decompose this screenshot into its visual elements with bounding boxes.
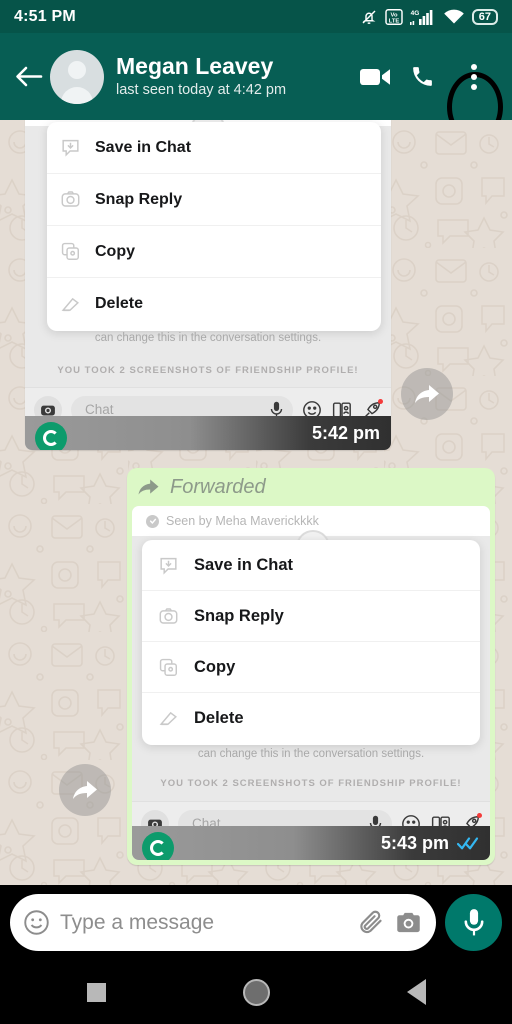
video-call-button[interactable] — [352, 66, 399, 88]
forward-button[interactable] — [59, 764, 111, 816]
status-bar-clock: 4:51 PM — [14, 7, 76, 25]
status-bar-icons: Vo LTE 4G 67 — [360, 8, 498, 26]
snap-bottom-bar: 5:43 pm — [132, 826, 490, 860]
message-input-placeholder: Type a message — [60, 910, 215, 934]
wifi-icon — [443, 9, 464, 24]
bell-muted-icon — [362, 9, 376, 24]
svg-text:LTE: LTE — [388, 18, 399, 24]
snap-input-placeholder: Chat — [85, 402, 114, 417]
voice-record-button[interactable] — [445, 894, 502, 951]
message-bubble-outgoing[interactable]: Forwarded Seen by Meha Maverickkkk Save … — [127, 468, 495, 865]
contact-name: Megan Leavey — [116, 54, 274, 80]
message-bubble-incoming[interactable]: Save in Chat Snap Reply Copy Delete can … — [25, 120, 391, 450]
paperclip-icon[interactable] — [358, 909, 385, 936]
snap-green-indicator — [35, 422, 67, 450]
forward-arrow-icon — [415, 385, 439, 403]
camera-icon — [158, 606, 179, 627]
rocket-badge — [477, 812, 482, 818]
conversation-settings-note: can change this in the conversation sett… — [197, 748, 425, 760]
back-arrow-icon — [16, 66, 43, 87]
screenshot-content: Save in Chat Snap Reply Copy Delete can … — [25, 120, 391, 450]
menu-item-label: Save in Chat — [95, 138, 192, 156]
home-button[interactable] — [228, 964, 284, 1020]
header-text[interactable]: Megan Leavey last seen today at 4:42 pm — [116, 54, 352, 99]
snapchat-screenshot: Save in Chat Snap Reply Copy Delete can … — [25, 120, 391, 450]
menu-item-delete[interactable]: Delete — [142, 693, 480, 744]
menu-item-label: Copy — [194, 657, 236, 676]
emoji-smiley-icon[interactable] — [23, 909, 50, 936]
chat-message-area: Save in Chat Snap Reply Copy Delete can … — [0, 120, 512, 885]
snap-context-menu[interactable]: Save in Chat Snap Reply Copy Delete — [142, 540, 480, 745]
message-timestamp: 5:43 pm — [380, 832, 449, 853]
menu-item-copy[interactable]: Copy — [142, 642, 480, 693]
back-button[interactable] — [8, 64, 50, 89]
svg-text:Vo: Vo — [390, 12, 397, 18]
menu-item-copy[interactable]: Copy — [47, 226, 381, 278]
forwarded-row: Forwarded — [127, 468, 495, 506]
menu-item-label: Save in Chat — [194, 555, 294, 574]
menu-item-snap-reply[interactable]: Snap Reply — [142, 591, 480, 642]
avatar[interactable] — [50, 49, 104, 104]
square-recents-icon — [86, 982, 106, 1002]
camera-icon — [60, 189, 81, 210]
overflow-menu-button[interactable] — [446, 63, 503, 142]
forward-button[interactable] — [401, 368, 453, 420]
camera-icon[interactable] — [395, 909, 422, 936]
rocket-badge — [378, 398, 383, 404]
menu-item-delete[interactable]: Delete — [47, 278, 381, 330]
snap-green-indicator — [142, 832, 174, 860]
voice-call-button[interactable] — [399, 64, 446, 89]
message-timestamp: 5:42 pm — [311, 422, 380, 443]
phone-call-icon — [413, 67, 432, 86]
menu-item-label: Copy — [95, 242, 135, 260]
message-input-field[interactable]: Type a message — [10, 894, 436, 951]
menu-item-label: Snap Reply — [194, 606, 284, 625]
snap-bottom-bar: 5:42 pm — [25, 416, 391, 450]
screenshot-content: Seen by Meha Maverickkkk Save in Chat Sn… — [132, 506, 490, 860]
battery-level: 67 — [478, 10, 491, 23]
screenshot-alert-note: YOU TOOK 2 SCREENSHOTS OF FRIENDSHIP PRO… — [57, 365, 359, 376]
screenshot-alert-note: YOU TOOK 2 SCREENSHOTS OF FRIENDSHIP PRO… — [160, 778, 462, 789]
volte-icon: Vo LTE — [385, 8, 403, 25]
seen-by-text: Seen by Meha Maverickkkk — [166, 514, 319, 528]
menu-item-snap-reply[interactable]: Snap Reply — [47, 174, 381, 226]
recents-button[interactable] — [68, 964, 124, 1020]
conversation-settings-note: can change this in the conversation sett… — [94, 332, 322, 344]
menu-item-label: Snap Reply — [95, 190, 183, 208]
chat-header: Megan Leavey last seen today at 4:42 pm — [0, 33, 512, 142]
seen-check-icon — [146, 514, 159, 528]
forwarded-label: Forwarded — [170, 475, 266, 498]
menu-item-save-in-chat[interactable]: Save in Chat — [47, 122, 381, 174]
three-dots-menu-icon — [471, 63, 477, 90]
back-button[interactable] — [388, 964, 444, 1020]
eraser-icon — [60, 294, 81, 315]
android-nav-bar — [0, 960, 512, 1024]
eraser-icon — [158, 708, 179, 729]
copy-icon — [60, 241, 81, 262]
double-blue-check-icon — [457, 836, 479, 849]
menu-item-label: Delete — [194, 709, 244, 727]
video-call-icon — [359, 68, 390, 85]
menu-item-label: Delete — [95, 295, 144, 312]
contact-status: last seen today at 4:42 pm — [116, 81, 287, 98]
menu-item-save-in-chat[interactable]: Save in Chat — [142, 540, 480, 591]
snap-context-menu[interactable]: Save in Chat Snap Reply Copy Delete — [47, 122, 381, 331]
svg-text:4G: 4G — [410, 10, 419, 17]
copy-icon — [158, 657, 179, 678]
signal-4g-icon: 4G — [409, 9, 433, 25]
save-in-chat-icon — [158, 555, 179, 576]
snapchat-screenshot: Seen by Meha Maverickkkk Save in Chat Sn… — [132, 506, 490, 860]
battery-icon: 67 — [471, 8, 498, 25]
phone-screen: 4:51 PM Vo LTE 4G 67 Megan Leavey last s… — [0, 0, 512, 1024]
forwarded-arrow-icon — [138, 479, 159, 495]
forward-arrow-icon — [73, 781, 97, 799]
circle-home-icon — [242, 978, 270, 1006]
status-bar: 4:51 PM Vo LTE 4G 67 — [0, 0, 512, 33]
mic-icon — [464, 908, 483, 935]
triangle-back-icon — [406, 979, 426, 1005]
message-input-bar: Type a message — [0, 885, 512, 960]
save-in-chat-icon — [60, 137, 81, 158]
